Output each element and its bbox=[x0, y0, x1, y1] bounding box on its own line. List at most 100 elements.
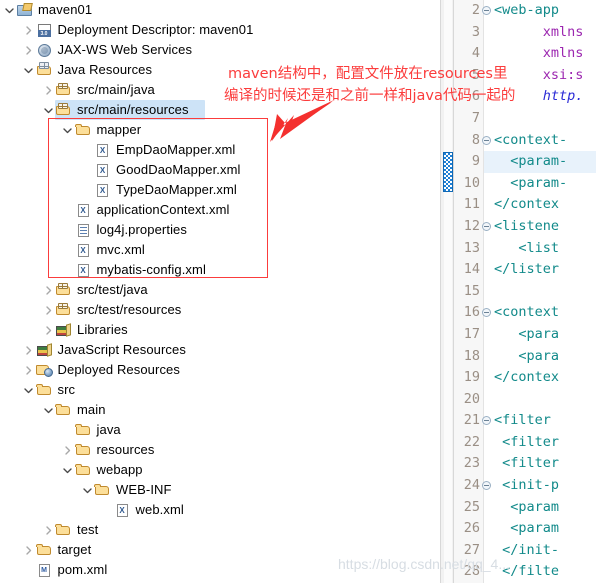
tree-item-javascript-resources[interactable]: JavaScript Resources bbox=[0, 340, 440, 360]
chevron-down-icon[interactable] bbox=[22, 380, 36, 400]
line-number: 14 bbox=[463, 261, 480, 278]
code-line[interactable]: 11 </contex bbox=[454, 194, 596, 216]
tree-item-gooddaomapper-xml[interactable]: GoodDaoMapper.xml bbox=[0, 160, 440, 180]
code-line[interactable]: 2 <web-app bbox=[454, 0, 596, 22]
tree-item-empdaomapper-xml[interactable]: EmpDaoMapper.xml bbox=[0, 140, 440, 160]
tree-item-log4j-properties[interactable]: log4j.properties bbox=[0, 220, 440, 240]
code-line[interactable]: 17 <para bbox=[454, 324, 596, 346]
line-number: 11 bbox=[463, 196, 480, 213]
chevron-right-icon[interactable] bbox=[41, 280, 55, 300]
chevron-right-icon[interactable] bbox=[22, 360, 36, 380]
code-line[interactable]: 21 <filter bbox=[454, 410, 596, 432]
tree-item-src[interactable]: src bbox=[0, 380, 440, 400]
tree-item-mapper[interactable]: mapper bbox=[0, 120, 440, 140]
code-line[interactable]: 22 <filter bbox=[454, 432, 596, 454]
source-folder-icon bbox=[55, 82, 73, 98]
tree-item-src-test-java[interactable]: src/test/java bbox=[0, 280, 440, 300]
code-line[interactable]: 27 </init- bbox=[454, 540, 596, 562]
tree-item-deployed-resources[interactable]: Deployed Resources bbox=[0, 360, 440, 380]
code-line[interactable]: 20 bbox=[454, 389, 596, 411]
tree-item-label: target bbox=[57, 542, 92, 557]
code-fold-toggle-icon[interactable] bbox=[480, 0, 492, 22]
chevron-right-icon[interactable] bbox=[61, 440, 75, 460]
tree-item-typedaomapper-xml[interactable]: TypeDaoMapper.xml bbox=[0, 180, 440, 200]
tree-item-web-inf[interactable]: WEB-INF bbox=[0, 480, 440, 500]
code-line[interactable]: 5 xsi:s bbox=[454, 65, 596, 87]
code-line[interactable]: 7 bbox=[454, 108, 596, 130]
code-fold-toggle-icon[interactable] bbox=[480, 475, 492, 497]
chevron-right-icon[interactable] bbox=[22, 40, 36, 60]
code-line[interactable]: 26 <param bbox=[454, 518, 596, 540]
tree-item-applicationcontext-xml[interactable]: applicationContext.xml bbox=[0, 200, 440, 220]
chevron-down-icon[interactable] bbox=[2, 0, 16, 20]
xml-file-icon bbox=[94, 162, 112, 178]
eclipse-ide-window: maven01 Deployment Descriptor: maven01 JAX… bbox=[0, 0, 596, 583]
code-fold-toggle-icon[interactable] bbox=[480, 410, 492, 432]
line-number: 15 bbox=[463, 282, 480, 299]
tree-item-label: java bbox=[96, 422, 121, 437]
chevron-right-icon[interactable] bbox=[41, 520, 55, 540]
panel-divider-sash[interactable] bbox=[440, 0, 454, 583]
chevron-down-icon[interactable] bbox=[22, 60, 36, 80]
tree-item-label: Deployed Resources bbox=[57, 362, 180, 377]
code-line[interactable]: 12 <listene bbox=[454, 216, 596, 238]
code-line[interactable]: 28 </filte bbox=[454, 561, 596, 583]
chevron-right-icon[interactable] bbox=[41, 320, 55, 340]
tree-item-mybatis-config-xml[interactable]: mybatis-config.xml bbox=[0, 260, 440, 280]
code-fold-toggle-icon[interactable] bbox=[480, 302, 492, 324]
code-line[interactable]: 9 <param- bbox=[454, 151, 596, 173]
tree-item-java-resources[interactable]: Java Resources bbox=[0, 60, 440, 80]
chevron-down-icon[interactable] bbox=[61, 120, 75, 140]
xml-file-icon bbox=[94, 142, 112, 158]
chevron-right-icon[interactable] bbox=[41, 80, 55, 100]
web-xml-code-editor[interactable]: 2 <web-app 3 xmlns 4 xmlns 5 xsi:s 6 http. 7 8 <… bbox=[454, 0, 596, 583]
code-text: <param bbox=[510, 520, 560, 537]
chevron-down-icon[interactable] bbox=[80, 480, 94, 500]
code-line[interactable]: 18 <para bbox=[454, 346, 596, 368]
chevron-right-icon[interactable] bbox=[22, 20, 36, 40]
tree-item-src-main-resources[interactable]: src/main/resources bbox=[0, 100, 440, 120]
project-explorer-panel[interactable]: maven01 Deployment Descriptor: maven01 JAX… bbox=[0, 0, 440, 583]
tree-item-java[interactable]: java bbox=[0, 420, 440, 440]
tree-item-src-main-java[interactable]: src/main/java bbox=[0, 80, 440, 100]
code-line[interactable]: 3 xmlns bbox=[454, 22, 596, 44]
tree-item-web-xml[interactable]: web.xml bbox=[0, 500, 440, 520]
code-line[interactable]: 25 <param bbox=[454, 497, 596, 519]
chevron-right-icon[interactable] bbox=[22, 540, 36, 560]
tree-item-src-test-resources[interactable]: src/test/resources bbox=[0, 300, 440, 320]
code-line[interactable]: 23 <filter bbox=[454, 453, 596, 475]
chevron-right-icon[interactable] bbox=[41, 300, 55, 320]
code-line[interactable]: 19 </contex bbox=[454, 367, 596, 389]
tree-item-target[interactable]: target bbox=[0, 540, 440, 560]
code-line[interactable]: 13 <list bbox=[454, 238, 596, 260]
code-line[interactable]: 14 </lister bbox=[454, 259, 596, 281]
editor-vertical-scrollbar[interactable] bbox=[443, 152, 453, 192]
code-line[interactable]: 24 <init-p bbox=[454, 475, 596, 497]
tree-item-webapp[interactable]: webapp bbox=[0, 460, 440, 480]
source-folder-icon bbox=[55, 282, 73, 298]
tree-item-deployment-descriptor-maven01[interactable]: Deployment Descriptor: maven01 bbox=[0, 20, 440, 40]
code-fold-toggle-icon[interactable] bbox=[480, 130, 492, 152]
code-line[interactable]: 15 bbox=[454, 281, 596, 303]
xml-file-icon bbox=[75, 262, 93, 278]
code-line[interactable]: 6 http. bbox=[454, 86, 596, 108]
chevron-down-icon[interactable] bbox=[41, 400, 55, 420]
chevron-right-icon[interactable] bbox=[22, 340, 36, 360]
tree-item-jax-ws-web-services[interactable]: JAX-WS Web Services bbox=[0, 40, 440, 60]
code-line[interactable]: 8 <context- bbox=[454, 130, 596, 152]
chevron-down-icon[interactable] bbox=[41, 100, 55, 120]
tree-item-pom-xml[interactable]: pom.xml bbox=[0, 560, 440, 580]
tree-item-mvc-xml[interactable]: mvc.xml bbox=[0, 240, 440, 260]
code-line[interactable]: 4 xmlns bbox=[454, 43, 596, 65]
chevron-down-icon[interactable] bbox=[61, 460, 75, 480]
code-line[interactable]: 10 <param- bbox=[454, 173, 596, 195]
scrollbar-track[interactable] bbox=[444, 0, 452, 583]
tree-item-libraries[interactable]: Libraries bbox=[0, 320, 440, 340]
tree-item-maven01[interactable]: maven01 bbox=[0, 0, 440, 20]
tree-item-main[interactable]: main bbox=[0, 400, 440, 420]
tree-item-label: resources bbox=[96, 442, 155, 457]
code-fold-toggle-icon[interactable] bbox=[480, 216, 492, 238]
tree-item-test[interactable]: test bbox=[0, 520, 440, 540]
tree-item-resources[interactable]: resources bbox=[0, 440, 440, 460]
code-line[interactable]: 16 <context bbox=[454, 302, 596, 324]
